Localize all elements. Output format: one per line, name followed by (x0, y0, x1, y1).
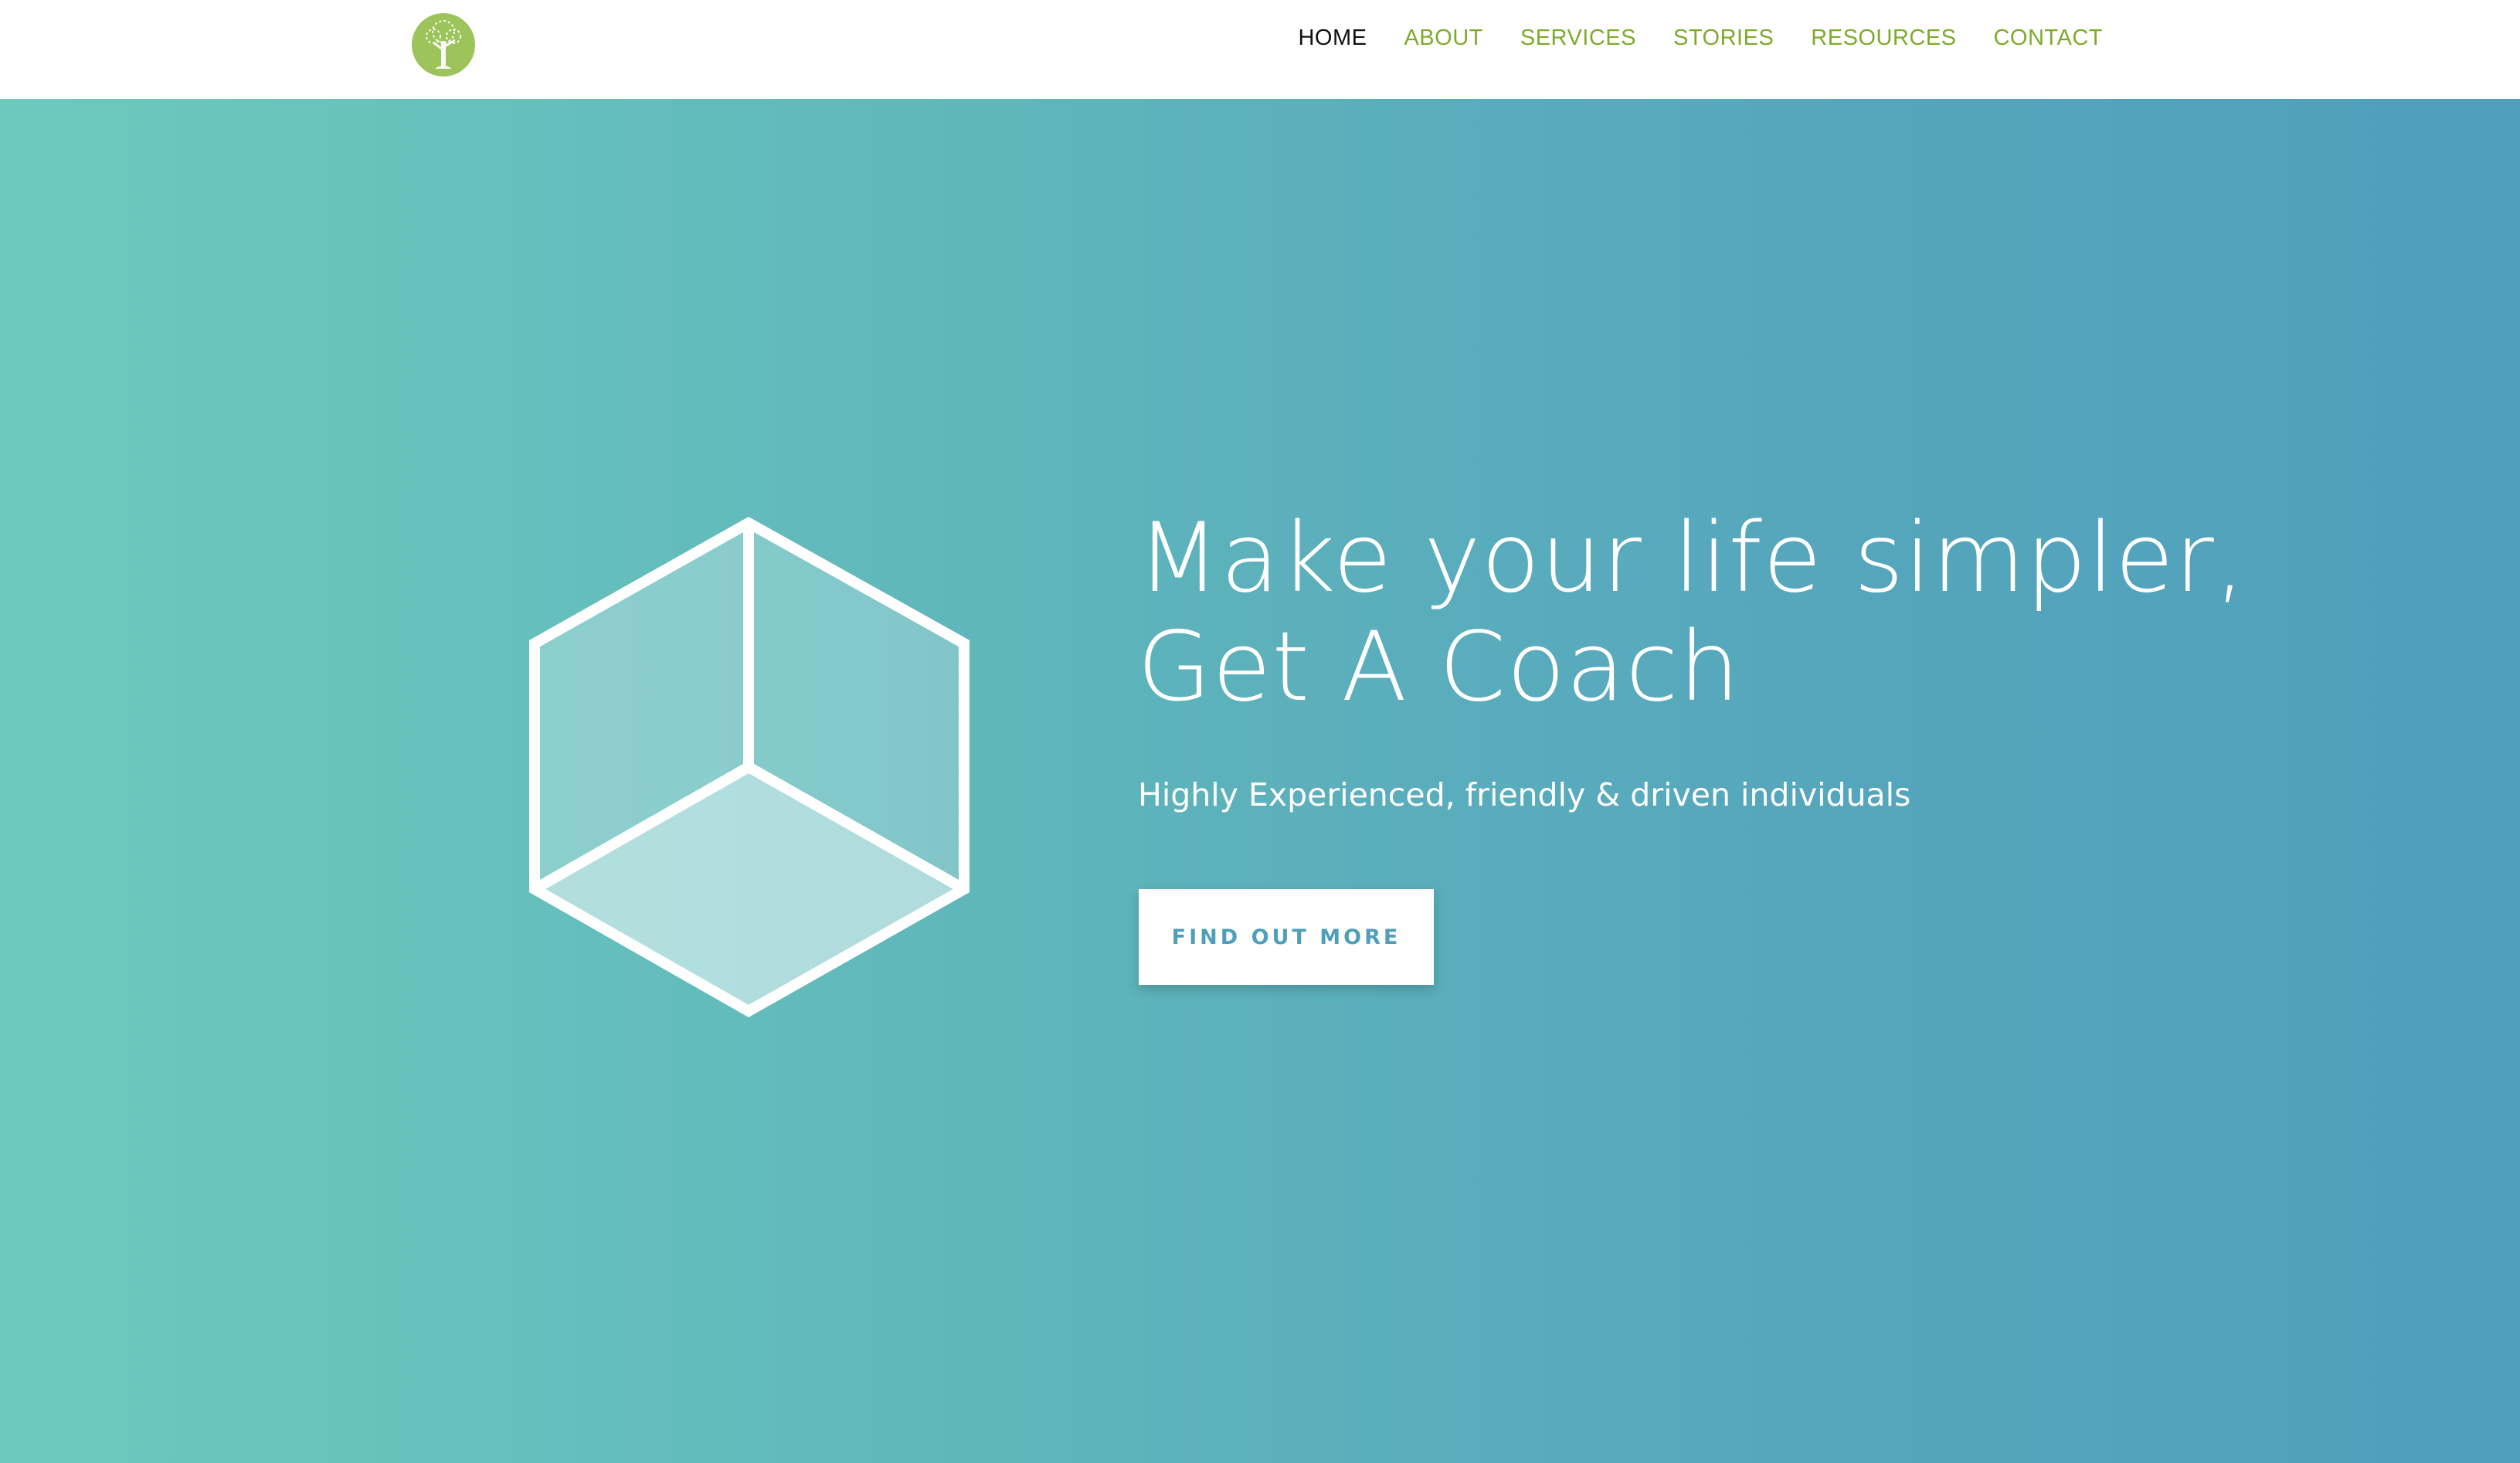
hero-headline: Make your life simpler, Get A Coach (1137, 504, 2296, 722)
site-header: HOME ABOUT SERVICES STORIES RESOURCES CO… (0, 0, 2520, 99)
nav-about[interactable]: ABOUT (1404, 25, 1482, 51)
nav-services[interactable]: SERVICES (1520, 25, 1636, 51)
nav-home[interactable]: HOME (1298, 25, 1367, 51)
tree-logo-icon[interactable] (412, 13, 475, 76)
find-out-more-button[interactable]: FIND OUT MORE (1139, 889, 1434, 985)
nav-contact[interactable]: CONTACT (1993, 25, 2103, 51)
nav-stories[interactable]: STORIES (1673, 25, 1774, 51)
main-navigation: HOME ABOUT SERVICES STORIES RESOURCES CO… (1261, 0, 2103, 76)
cube-icon (522, 511, 978, 1036)
headline-line-2: Get A Coach (1137, 612, 1741, 723)
hero-subheadline: Highly Experienced, friendly & driven in… (1138, 776, 1911, 813)
headline-line-1: Make your life simpler, (1137, 503, 2247, 614)
nav-resources[interactable]: RESOURCES (1811, 25, 1956, 51)
hero-section: Make your life simpler, Get A Coach High… (0, 99, 2520, 1463)
